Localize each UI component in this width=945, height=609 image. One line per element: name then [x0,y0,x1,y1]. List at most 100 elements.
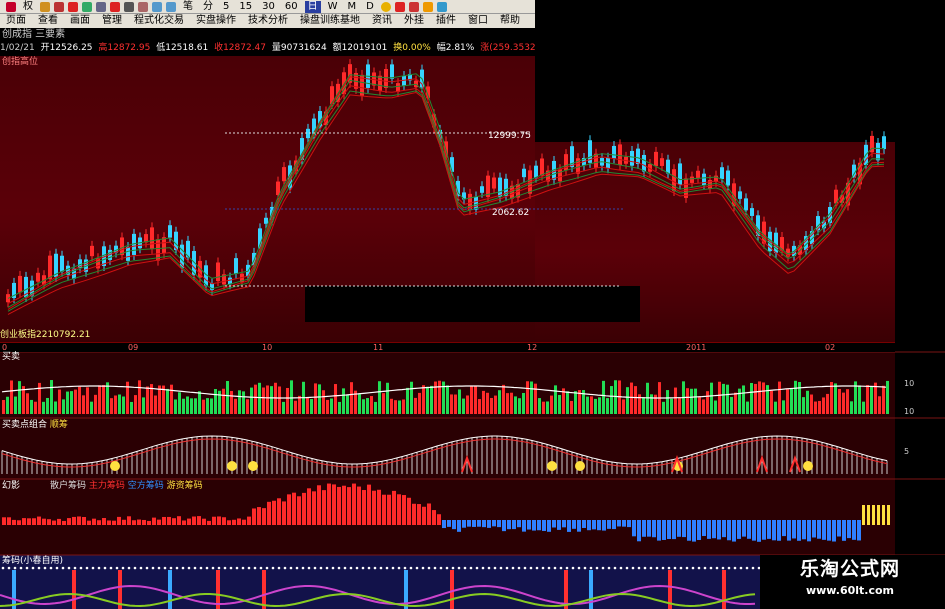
chip-bar [722,520,726,538]
vol-bar [746,401,749,414]
vol-bar [94,394,97,414]
chip-bar [532,520,536,531]
dot [739,566,743,570]
vol-bar [670,398,673,414]
chip-bar [542,520,546,531]
dot [445,566,449,570]
chip-bar [187,518,191,525]
chip-bar [157,519,161,525]
vol-bar [766,385,769,414]
dot [115,566,119,570]
vol-bar [590,396,593,414]
vol-bar [426,386,429,414]
chip-bar [302,492,306,525]
chip-bar [667,520,671,539]
chip-bar [492,520,496,527]
dot [733,566,737,570]
vol-bar [66,391,69,414]
vol-bar [214,389,217,414]
chip-bar [62,520,66,525]
dot [259,566,263,570]
vol-bar [730,396,733,414]
vol-bar [874,382,877,414]
vol-bar [666,390,669,414]
vol-bar [754,383,757,414]
candles-group [6,59,886,308]
chip-bar [202,518,206,525]
chip-bar [547,520,551,532]
vol-bar [490,397,493,414]
dot [97,566,101,570]
chip-bar [87,520,91,525]
vol-bar [378,381,381,414]
vol-bar [630,382,633,414]
smiley-icon [575,461,585,471]
candle-body [660,158,664,166]
candle-body [636,148,640,165]
chip-bar [152,517,156,525]
candle-body [234,258,238,274]
chip-bar [602,520,606,531]
dot [205,566,209,570]
vol-bar [206,398,209,414]
dot [211,566,215,570]
vol-bar [586,396,589,414]
dot [295,566,299,570]
candle-body [534,165,538,178]
vol-bar [58,389,61,414]
vol-bar [698,396,701,414]
chip-bar [472,520,476,527]
chip-bar [387,494,391,525]
chip-bar [672,520,676,540]
dot [541,566,545,570]
vol-bar [598,397,601,414]
vol-bar [118,394,121,414]
vol-bar [210,398,213,414]
vol-panel-label: 买卖 [2,352,21,362]
chip-bar [327,483,331,525]
bs-tick: 5 [904,447,910,456]
bottom-bar [262,570,266,609]
ma-lines-group [7,73,885,315]
dot [409,566,413,570]
vol-bar [374,401,377,414]
chip-bar [42,518,46,525]
dot [745,566,749,570]
vol-bar [290,380,293,414]
vol-bar [486,392,489,414]
vol-bar [566,391,569,414]
dot [1,566,5,570]
candle-body [18,275,22,293]
vol-bar [818,400,821,414]
vol-bar [510,392,513,414]
vol-bar [770,390,773,414]
candle-body [630,150,634,166]
dot [151,566,155,570]
chip-bar [137,519,141,525]
candle-body [492,177,496,189]
chip-legend: 散户筹码 主力筹码 空方筹码 游资筹码 [50,481,203,492]
dot [121,566,125,570]
vol-bar [254,384,257,414]
chip-bar [307,488,311,525]
chip-bar [862,505,865,525]
vol-bar [690,388,693,414]
dot [553,566,557,570]
vol-bar [238,390,241,414]
chip-bar [332,484,336,525]
chip-bar [512,520,516,530]
vol-bar [334,384,337,414]
vol-bar [594,398,597,414]
chip-bar [557,520,561,530]
candle-body [720,167,724,180]
x-tick: 11 [373,343,384,352]
dot [145,566,149,570]
chip-bar [552,520,556,528]
chip-bar [772,520,776,541]
vol-bar [54,401,57,414]
vol-bar [394,400,397,414]
chip-bar [692,520,696,542]
vol-bar [542,401,545,414]
dot [169,566,173,570]
dot [127,566,131,570]
